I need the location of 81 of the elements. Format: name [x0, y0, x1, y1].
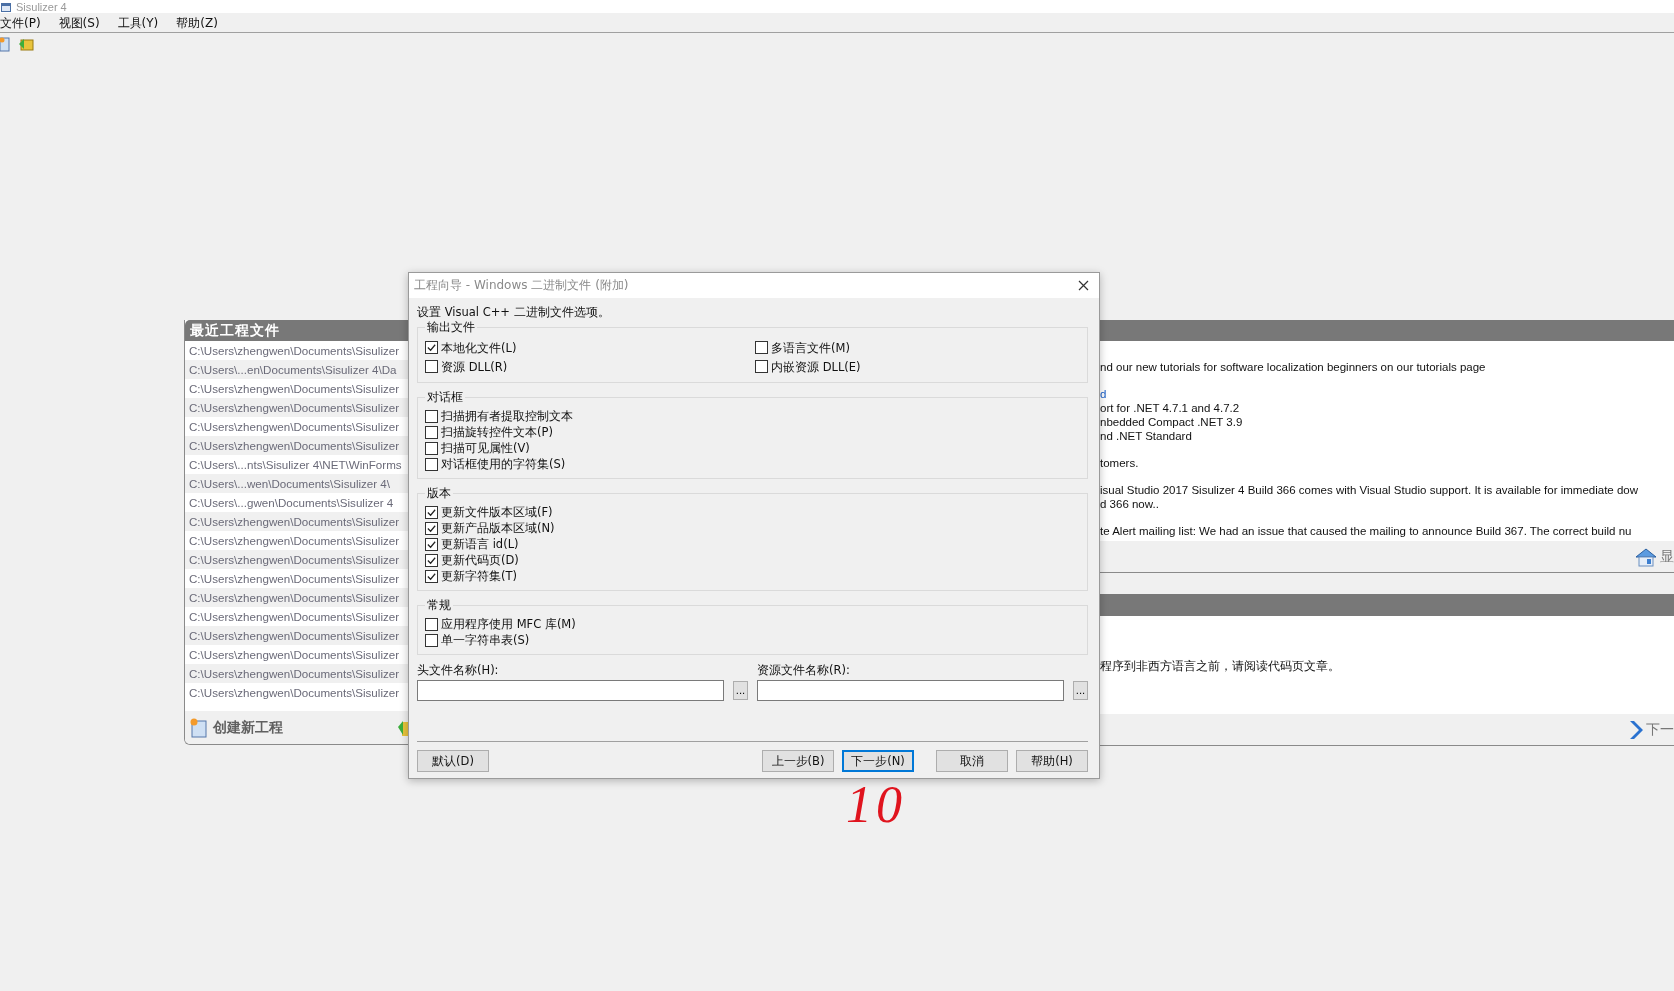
checkbox-label: 更新代码页(D) [441, 553, 519, 567]
checkbox[interactable] [425, 457, 438, 471]
checkbox-label: 扫描可见属性(V) [441, 441, 530, 455]
checkbox[interactable] [425, 409, 438, 423]
check-icon [426, 342, 437, 353]
checkbox-label: 更新产品版本区域(N) [441, 521, 555, 535]
show-link[interactable]: 显 [1635, 546, 1674, 567]
recent-project-link[interactable]: C:\Users\zhengwen\Documents\Sisulizer [185, 588, 408, 607]
dialog-button[interactable]: 默认(D) [417, 750, 489, 772]
news-text: isual Studio 2017 Sisulizer 4 Build 366 comes with Visual Studio support. It is available for immediate dow [1100, 483, 1639, 497]
field-label: 资源文件名称(R): [757, 663, 851, 678]
news-text: te Alert mailing list: We had an issue that caused the mailing to announce Build 367. The correct build nu [1100, 524, 1632, 538]
checkbox-label: 本地化文件(L) [441, 340, 517, 355]
checkbox[interactable] [425, 617, 438, 631]
checkbox[interactable] [425, 521, 438, 535]
news-text: nd .NET Standard [1100, 429, 1192, 443]
checkbox[interactable] [425, 505, 438, 519]
checkbox-label: 更新文件版本区域(F) [441, 505, 553, 519]
dialog-button[interactable]: 上一步(B) [762, 750, 834, 772]
checkbox-label: 内嵌资源 DLL(E) [771, 359, 861, 374]
checkbox-label: 扫描旋转控件文本(P) [441, 425, 553, 439]
menu-item[interactable]: 帮助(Z) [176, 14, 218, 31]
checkbox-label: 扫描拥有者提取控制文本 [441, 409, 573, 423]
checkbox[interactable] [425, 569, 438, 583]
news-text: 程序到非西方语言之前，请阅读代码页文章。 [1100, 659, 1340, 673]
app-icon [0, 0, 12, 13]
checkbox-label: 多语言文件(M) [771, 340, 850, 355]
checkbox-label: 对话框使用的字符集(S) [441, 457, 566, 471]
recent-project-link[interactable]: C:\Users\zhengwen\Documents\Sisulizer [185, 550, 408, 569]
recent-project-link[interactable]: C:\Users\...wen\Documents\Sisulizer 4\ [185, 474, 408, 493]
checkbox-label: 资源 DLL(R) [441, 359, 508, 374]
checkbox[interactable] [425, 341, 438, 354]
group-label: 常规 [426, 598, 452, 612]
create-project-link[interactable]: 创建新工程 [190, 717, 283, 738]
dialog-button[interactable]: 帮助(H) [1016, 750, 1088, 772]
input-field[interactable] [757, 680, 1064, 701]
recent-project-link[interactable]: C:\Users\zhengwen\Documents\Sisulizer [185, 626, 408, 645]
dialog-title: 工程向导 - Windows 二进制文件 (附加) [414, 277, 629, 294]
checkbox[interactable] [755, 360, 768, 373]
news-text: nbedded Compact .NET 3.9 [1100, 415, 1243, 429]
menu-item[interactable]: 工具(Y) [117, 14, 159, 31]
checkbox-label: 应用程序使用 MFC 库(M) [441, 617, 576, 631]
checkbox[interactable] [425, 441, 438, 455]
field-label: 头文件名称(H): [417, 663, 500, 678]
news-text: ort for .NET 4.7.1 and 4.7.2 [1100, 401, 1240, 415]
house-icon [1635, 546, 1657, 567]
close-icon[interactable] [1078, 280, 1089, 291]
checkbox[interactable] [425, 633, 438, 647]
checkbox-label: 更新语言 id(L) [441, 537, 519, 551]
dialog-button[interactable]: 下一步(N) [842, 750, 914, 772]
browse-button[interactable]: ... [1073, 681, 1088, 700]
window-title: Sisulizer 4 [16, 0, 67, 13]
recent-project-link[interactable]: C:\Users\zhengwen\Documents\Sisulizer [185, 436, 408, 455]
group-label: 输出文件 [426, 320, 476, 334]
news-link[interactable]: d [1100, 387, 1107, 401]
instruction-text: 设置 Visual C++ 二进制文件选项。 [417, 304, 611, 320]
new-document-icon [190, 717, 208, 738]
recent-project-link[interactable]: C:\Users\zhengwen\Documents\Sisulizer [185, 512, 408, 531]
input-field[interactable] [417, 680, 724, 701]
news-text: d 366 now.. [1100, 497, 1159, 511]
handwritten-annotation: 10 [846, 776, 906, 834]
checkbox[interactable] [425, 425, 438, 439]
group-label: 版本 [426, 486, 452, 500]
group-label: 对话框 [426, 390, 464, 404]
checkbox[interactable] [755, 341, 768, 354]
recent-project-link[interactable]: C:\Users\zhengwen\Documents\Sisulizer [185, 664, 408, 683]
menu-item[interactable]: 文件(P) [0, 14, 41, 31]
news-text: tomers. [1100, 456, 1139, 470]
checkbox[interactable] [425, 553, 438, 567]
news-text: nd our new tutorials for software localization beginners on our tutorials page [1100, 360, 1486, 374]
checkbox[interactable] [425, 360, 438, 373]
browse-button[interactable]: ... [733, 681, 748, 700]
menu-item[interactable]: 视图(S) [58, 14, 100, 31]
recent-project-link[interactable]: C:\Users\zhengwen\Documents\Sisulizer [185, 398, 408, 417]
checkbox-label: 单一字符串表(S) [441, 633, 530, 647]
recent-project-link[interactable]: C:\Users\...en\Documents\Sisulizer 4\Da [185, 360, 408, 379]
checkbox[interactable] [425, 537, 438, 551]
panel-header: 最近工程文件 [185, 320, 408, 341]
dialog-button[interactable]: 取消 [936, 750, 1008, 772]
checkbox-label: 更新字符集(T) [441, 569, 517, 583]
next-tip-link[interactable]: 下一 [1627, 718, 1674, 741]
